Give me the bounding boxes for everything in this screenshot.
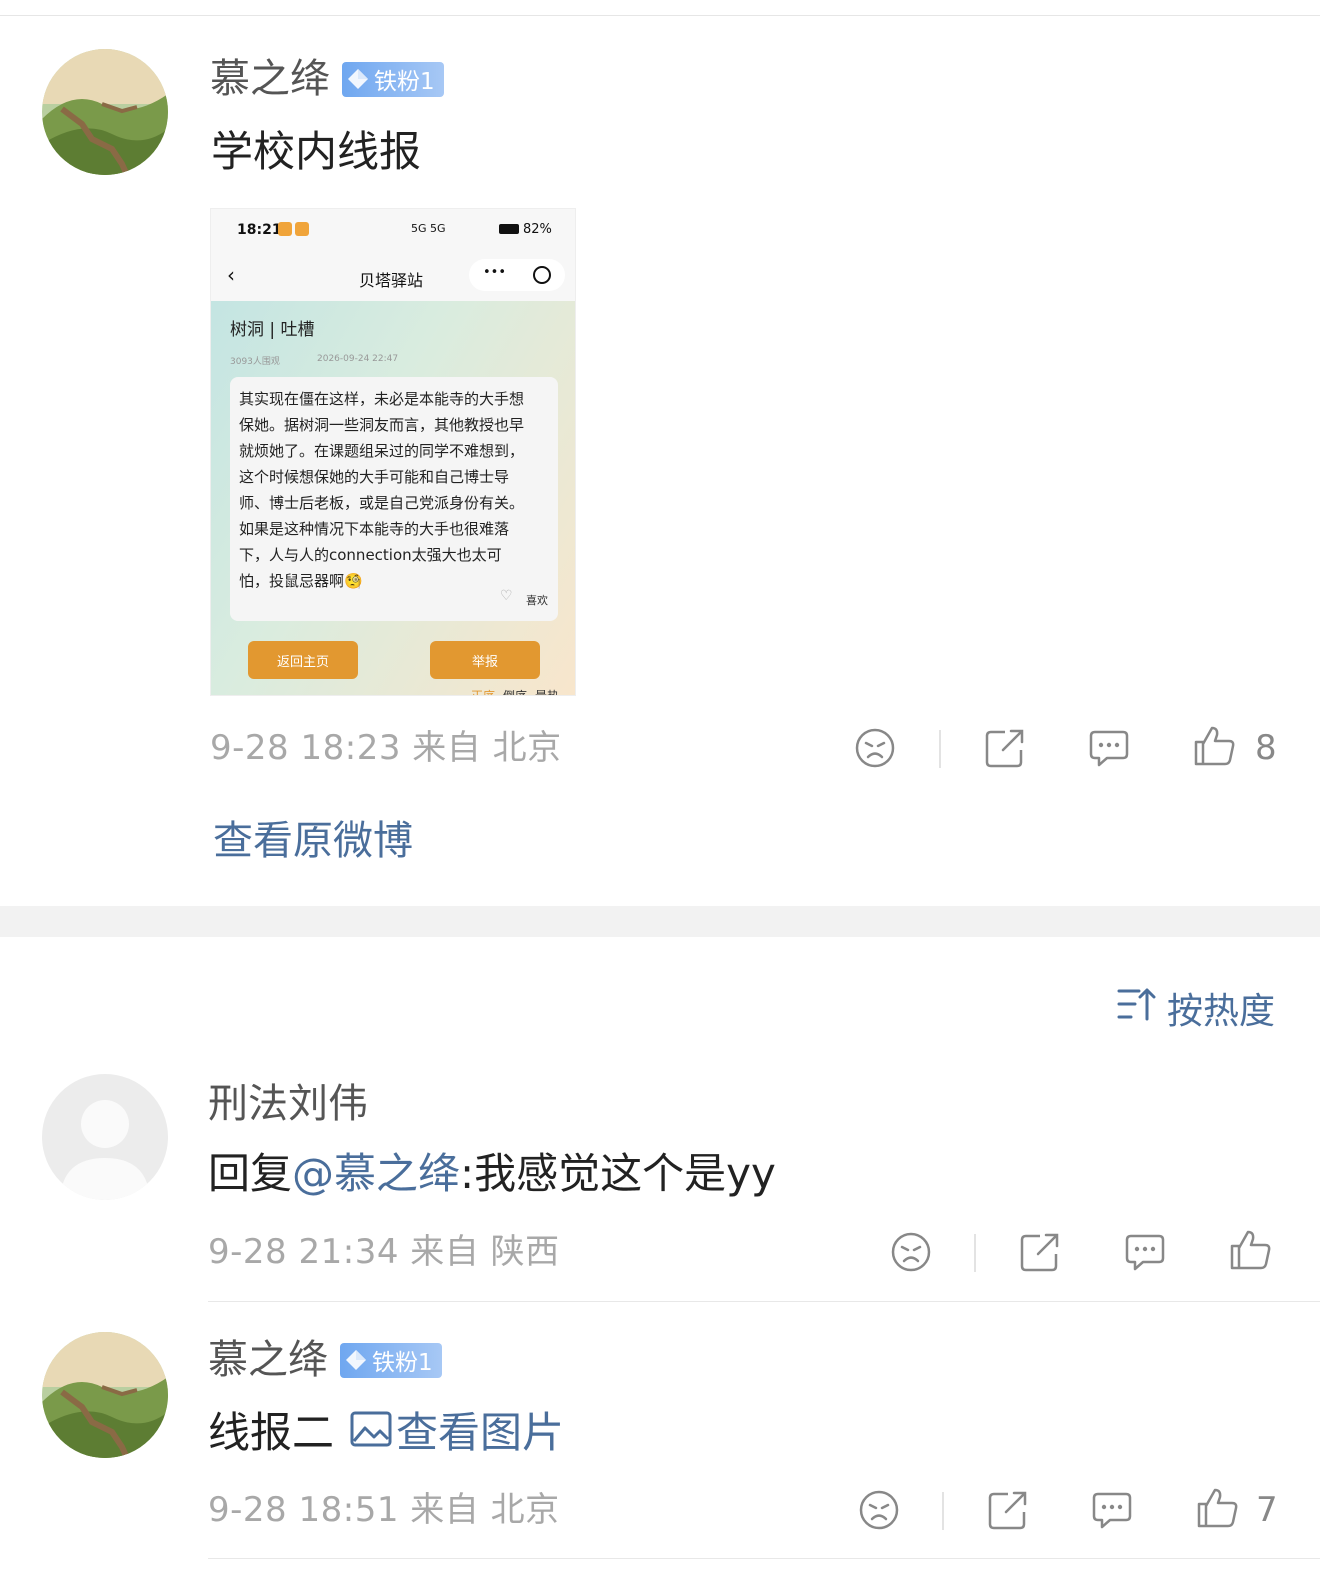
app-notification-icon	[295, 222, 309, 236]
comment-divider	[208, 1301, 1320, 1302]
action-separator	[939, 730, 941, 768]
action-separator	[974, 1234, 976, 1272]
avatar[interactable]	[42, 1332, 168, 1458]
section-divider	[0, 906, 1320, 937]
sort-icon	[1117, 986, 1157, 1031]
sort-label: 按热度	[1167, 991, 1276, 1032]
embedded-content: 其实现在僵在这样，未必是本能寺的大手想 保她。据树洞一些洞友而言，其他教授也早 …	[239, 390, 525, 590]
mention-link[interactable]: @慕之绛	[292, 1149, 460, 1198]
comment-icon[interactable]	[1087, 726, 1131, 770]
view-original-link[interactable]: 查看原微博	[213, 808, 413, 866]
comment-meta: 9-28 21:34 来自 陕西	[208, 1232, 560, 1272]
embedded-status-bar: 18:21 5G 5G 82%	[211, 209, 575, 251]
signal-icon: 5G 5G	[411, 222, 446, 235]
fan-badge[interactable]: 铁粉1	[340, 1342, 442, 1378]
comment-divider	[208, 1558, 1320, 1559]
comment-icon[interactable]	[1090, 1488, 1134, 1532]
app-notification-icon	[278, 222, 292, 236]
share-icon[interactable]	[983, 726, 1027, 770]
like-count: 8	[1255, 728, 1277, 768]
dislike-icon[interactable]	[857, 1488, 901, 1532]
diamond-icon	[345, 1349, 367, 1371]
avatar[interactable]	[42, 1074, 168, 1200]
diamond-icon	[347, 68, 369, 90]
comment-username[interactable]: 刑法刘伟	[208, 1084, 368, 1124]
top-divider	[0, 15, 1320, 16]
embedded-date: 2026-09-24 22:47	[317, 354, 399, 364]
embedded-report-button: 举报	[430, 641, 540, 679]
view-image-link[interactable]: 查看图片	[350, 1410, 564, 1455]
image-icon	[350, 1410, 392, 1455]
like-icon[interactable]	[1228, 1228, 1272, 1272]
fan-badge[interactable]: 铁粉1	[342, 61, 444, 97]
post-meta: 9-28 18:23 来自 北京	[210, 728, 562, 768]
back-arrow-icon: ‹	[227, 263, 235, 287]
comment-icon[interactable]	[1123, 1230, 1167, 1274]
comment-text: 线报二 查看图片	[208, 1407, 565, 1457]
target-icon	[533, 266, 551, 284]
battery-icon	[499, 224, 519, 234]
embedded-views: 3093人围观	[230, 357, 280, 367]
badge-label: 铁粉1	[374, 69, 435, 95]
username[interactable]: 慕之绛	[210, 59, 330, 99]
post-text: 学校内线报	[211, 127, 422, 176]
like-icon[interactable]	[1195, 1486, 1239, 1530]
embedded-nav-bar: ‹ 贝塔驿站 •••	[211, 251, 575, 301]
heart-icon: ♡	[500, 588, 513, 604]
share-icon[interactable]	[986, 1488, 1030, 1532]
sort-toggle[interactable]: 按热度	[1117, 982, 1275, 1034]
embedded-back-button: 返回主页	[248, 641, 358, 679]
comment-username[interactable]: 慕之绛	[208, 1340, 328, 1380]
like-count: 7	[1256, 1490, 1278, 1530]
post-image[interactable]: 18:21 5G 5G 82% ‹ 贝塔驿站 ••• 树洞 | 吐槽 3093人…	[210, 208, 576, 696]
more-icon: •••	[483, 265, 507, 280]
badge-label: 铁粉1	[372, 1350, 433, 1376]
like-icon[interactable]	[1192, 724, 1236, 768]
comment-text: 回复@慕之绛:我感觉这个是yy	[208, 1149, 776, 1198]
embedded-sort-tabs: 正序 倒序 最热	[471, 689, 560, 696]
share-icon[interactable]	[1018, 1230, 1062, 1274]
action-separator	[942, 1492, 944, 1530]
avatar[interactable]	[42, 49, 168, 175]
dislike-icon[interactable]	[853, 726, 897, 770]
embedded-post-title: 树洞 | 吐槽	[230, 320, 315, 340]
embedded-card: 其实现在僵在这样，未必是本能寺的大手想 保她。据树洞一些洞友而言，其他教授也早 …	[230, 377, 558, 621]
comment-meta: 9-28 18:51 来自 北京	[208, 1490, 560, 1530]
dislike-icon[interactable]	[889, 1230, 933, 1274]
